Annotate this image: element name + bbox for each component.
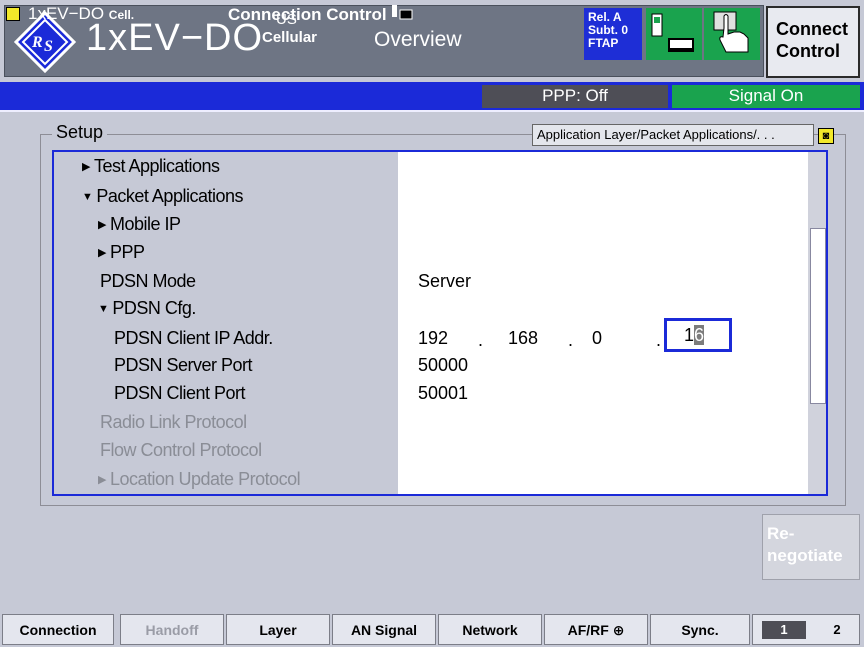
tree-item-ppp[interactable]: ▶ PPP bbox=[98, 239, 145, 268]
ip-octet-4-text: 16 bbox=[684, 325, 705, 345]
connect-control-line2: Control bbox=[776, 41, 840, 61]
status-system: 1xEV−DO Cell. bbox=[28, 4, 134, 24]
tree-item-label: Radio Link Protocol bbox=[100, 412, 247, 432]
connect-control-button[interactable]: Connect Control bbox=[766, 6, 860, 78]
tree-item-pdsn-cfg[interactable]: ▼ PDSN Cfg. bbox=[98, 295, 196, 324]
mode-title: Overview bbox=[374, 28, 462, 51]
tree-item-pdsn-client-port[interactable]: PDSN Client Port bbox=[114, 380, 246, 406]
tab-af-rf-label: AF/RF bbox=[567, 622, 609, 638]
tree-item-location-update-protocol: ▶ Location Update Protocol bbox=[98, 466, 301, 495]
renegotiate-line1: Re- bbox=[767, 524, 795, 543]
ip-octet-4[interactable]: 16 bbox=[684, 322, 705, 348]
status-system-suffix: Cell. bbox=[108, 8, 135, 22]
setup-path: Application Layer/Packet Applications/. … bbox=[532, 124, 814, 146]
status-system-name: 1xEV−DO bbox=[28, 4, 105, 23]
tab-an-signal[interactable]: AN Signal bbox=[332, 614, 436, 645]
tree-item-flow-control-protocol: Flow Control Protocol bbox=[100, 437, 262, 463]
tree-item-label: PDSN Client IP Addr. bbox=[114, 328, 273, 348]
tree-item-pdsn-mode[interactable]: PDSN Mode bbox=[100, 268, 196, 294]
expand-arrow-icon: ▶ bbox=[98, 247, 106, 259]
tab-layer[interactable]: Layer bbox=[226, 614, 330, 645]
pdsn-client-port-value[interactable]: 50001 bbox=[418, 380, 468, 406]
pdsn-mode-value[interactable]: Server bbox=[418, 268, 471, 294]
ip-separator: . bbox=[656, 330, 662, 350]
tab-connection[interactable]: Connection bbox=[2, 614, 114, 645]
tree-item-label: Location Update Protocol bbox=[109, 469, 301, 489]
app-line: FTAP bbox=[588, 36, 619, 50]
tree-item-label: PDSN Server Port bbox=[114, 355, 253, 375]
setup-label: Setup bbox=[52, 122, 108, 143]
tree-item-test-applications[interactable]: ▶ Test Applications bbox=[82, 153, 220, 182]
connect-control-line1: Connect bbox=[776, 19, 848, 39]
page-1[interactable]: 1 bbox=[762, 621, 806, 639]
ip-separator: . bbox=[568, 330, 574, 350]
tab-handoff: Handoff bbox=[120, 614, 224, 645]
expand-arrow-icon: ▶ bbox=[82, 161, 90, 173]
status-connection-label: Connection Control bbox=[228, 5, 387, 24]
expand-arrow-icon: ▶ bbox=[98, 219, 106, 231]
ip-separator: . bbox=[478, 330, 484, 350]
tree-item-label: PPP bbox=[109, 242, 145, 262]
mobile-phone-icon bbox=[646, 8, 702, 60]
signal-status: Signal On bbox=[672, 85, 860, 108]
tree-item-mobile-ip[interactable]: ▶ Mobile IP bbox=[98, 211, 181, 240]
ip-octet-1[interactable]: 192 bbox=[418, 325, 448, 351]
tree-item-radio-link-protocol: Radio Link Protocol bbox=[100, 409, 247, 435]
setup-values bbox=[398, 150, 808, 496]
pdsn-server-port-value[interactable]: 50000 bbox=[418, 352, 468, 378]
hand-pointer-icon bbox=[704, 8, 760, 60]
tree-item-label: Test Applications bbox=[93, 156, 220, 176]
tree-item-packet-applications[interactable]: ▼ Packet Applications bbox=[82, 183, 243, 212]
ppp-status: PPP: Off bbox=[482, 85, 668, 108]
ip-octet-3[interactable]: 0 bbox=[592, 325, 602, 351]
svg-text:R: R bbox=[31, 34, 43, 51]
renegotiate-button[interactable]: Re- negotiate bbox=[762, 514, 860, 580]
collapse-arrow-icon: ▼ bbox=[82, 191, 93, 203]
tree-item-pdsn-client-ip[interactable]: PDSN Client IP Addr. bbox=[114, 325, 273, 351]
tree-item-label: Mobile IP bbox=[109, 214, 181, 234]
page-2[interactable]: 2 bbox=[820, 621, 854, 639]
tree-item-pdsn-server-port[interactable]: PDSN Server Port bbox=[114, 352, 253, 378]
tree-item-label: PDSN Cfg. bbox=[112, 298, 196, 318]
tab-af-rf[interactable]: AF/RF ⊕ bbox=[544, 614, 648, 645]
expand-arrow-icon: ▶ bbox=[98, 474, 106, 486]
tree-item-label: PDSN Client Port bbox=[114, 383, 246, 403]
path-lock-icon: ◙ bbox=[818, 128, 834, 144]
status-connection: Connection Control bbox=[228, 4, 413, 25]
edit-cursor: 6 bbox=[694, 325, 705, 345]
connection-phone-icon bbox=[392, 5, 413, 20]
tab-network[interactable]: Network bbox=[438, 614, 542, 645]
collapse-arrow-icon: ▼ bbox=[98, 303, 109, 315]
renegotiate-line2: negotiate bbox=[767, 546, 843, 565]
release-badge: Rel. A Subt. 0 FTAP bbox=[584, 8, 642, 60]
tree-item-label: Flow Control Protocol bbox=[100, 440, 262, 460]
svg-text:S: S bbox=[44, 38, 53, 55]
tree-item-label: Packet Applications bbox=[96, 186, 243, 206]
scrollbar-thumb[interactable] bbox=[810, 228, 826, 404]
menu-icon[interactable] bbox=[6, 7, 20, 21]
band-class: Cellular bbox=[262, 29, 318, 46]
tab-sync[interactable]: Sync. bbox=[650, 614, 750, 645]
ip-octet-2[interactable]: 168 bbox=[508, 325, 538, 351]
rf-connector-icon: ⊕ bbox=[612, 622, 625, 638]
tree-item-label: PDSN Mode bbox=[100, 271, 196, 291]
